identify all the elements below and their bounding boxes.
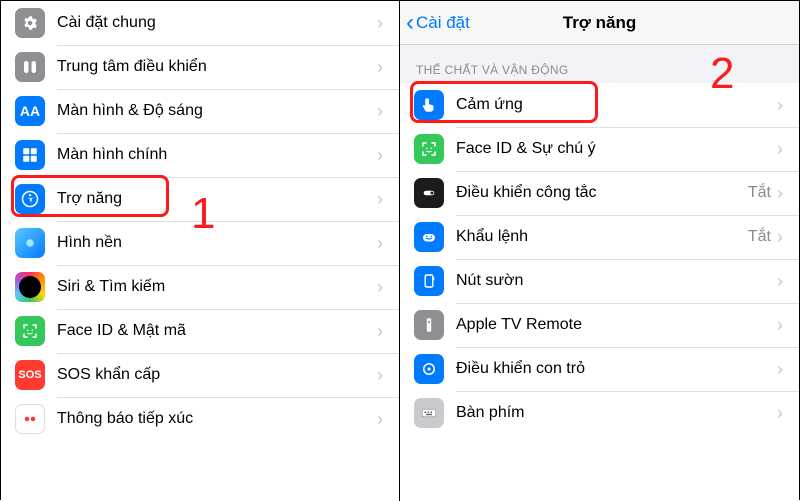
pointer-icon: [414, 354, 444, 384]
chevron-right-icon: ›: [377, 233, 383, 254]
chevron-right-icon: ›: [377, 145, 383, 166]
row-apple-tv-remote[interactable]: Apple TV Remote ›: [400, 303, 799, 347]
row-label: Bàn phím: [456, 404, 777, 422]
row-label: Thông báo tiếp xúc: [57, 410, 377, 428]
accessibility-pane: ‹ Cài đặt Trợ năng THỂ CHẤT VÀ VẬN ĐỘNG …: [400, 1, 799, 501]
chevron-right-icon: ›: [377, 321, 383, 342]
row-label: Apple TV Remote: [456, 316, 777, 334]
chevron-right-icon: ›: [777, 359, 783, 380]
row-label: Siri & Tìm kiếm: [57, 278, 377, 296]
text-size-icon: AA: [15, 96, 45, 126]
row-touch[interactable]: Cảm ứng ›: [400, 83, 799, 127]
row-value: Tắt: [748, 184, 771, 202]
chevron-right-icon: ›: [777, 95, 783, 116]
section-physical-motor: THỂ CHẤT VÀ VẬN ĐỘNG: [400, 45, 799, 83]
row-label: Face ID & Mật mã: [57, 322, 377, 340]
row-label: Cảm ứng: [456, 96, 777, 114]
row-side-button[interactable]: Nút sườn ›: [400, 259, 799, 303]
row-wallpaper[interactable]: Hình nền ›: [1, 221, 399, 265]
row-value: Tắt: [748, 228, 771, 246]
grid-icon: [15, 140, 45, 170]
row-siri-search[interactable]: Siri & Tìm kiếm ›: [1, 265, 399, 309]
row-label: Màn hình & Độ sáng: [57, 102, 377, 120]
sliders-icon: [15, 52, 45, 82]
faceid-icon: [15, 316, 45, 346]
row-keyboards[interactable]: Bàn phím ›: [400, 391, 799, 435]
row-label: Trợ năng: [57, 190, 377, 208]
accessibility-icon: [15, 184, 45, 214]
touch-icon: [414, 90, 444, 120]
row-general[interactable]: Cài đặt chung ›: [1, 1, 399, 45]
row-switch-control[interactable]: Điều khiển công tắc Tắt ›: [400, 171, 799, 215]
row-emergency-sos[interactable]: SOS SOS khẩn cấp ›: [1, 353, 399, 397]
row-control-center[interactable]: Trung tâm điều khiển ›: [1, 45, 399, 89]
accessibility-list: Cảm ứng › Face ID & Sự chú ý › Điều khiể…: [400, 83, 799, 435]
row-label: Điều khiển con trỏ: [456, 360, 777, 378]
row-faceid-attention[interactable]: Face ID & Sự chú ý ›: [400, 127, 799, 171]
row-label: Face ID & Sự chú ý: [456, 140, 777, 158]
row-label: Khẩu lệnh: [456, 228, 748, 246]
chevron-right-icon: ›: [777, 315, 783, 336]
chevron-right-icon: ›: [777, 227, 783, 248]
row-label: Màn hình chính: [57, 146, 377, 164]
exposure-icon: [15, 404, 45, 434]
sos-icon: SOS: [15, 360, 45, 390]
row-label: Cài đặt chung: [57, 14, 377, 32]
chevron-right-icon: ›: [377, 57, 383, 78]
voice-icon: [414, 222, 444, 252]
chevron-right-icon: ›: [377, 277, 383, 298]
chevron-right-icon: ›: [777, 139, 783, 160]
row-label: Trung tâm điều khiển: [57, 58, 377, 76]
remote-icon: [414, 310, 444, 340]
row-faceid-passcode[interactable]: Face ID & Mật mã ›: [1, 309, 399, 353]
back-label: Cài đặt: [416, 13, 470, 33]
row-accessibility[interactable]: Trợ năng ›: [1, 177, 399, 221]
faceid-icon: [414, 134, 444, 164]
settings-list: Cài đặt chung › Trung tâm điều khiển › A…: [1, 1, 399, 441]
keyboard-icon: [414, 398, 444, 428]
chevron-left-icon: ‹: [406, 11, 414, 35]
siri-icon: [15, 272, 45, 302]
chevron-right-icon: ›: [377, 101, 383, 122]
row-exposure-notifications[interactable]: Thông báo tiếp xúc ›: [1, 397, 399, 441]
chevron-right-icon: ›: [377, 13, 383, 34]
chevron-right-icon: ›: [777, 271, 783, 292]
chevron-right-icon: ›: [377, 365, 383, 386]
chevron-right-icon: ›: [377, 409, 383, 430]
back-button[interactable]: ‹ Cài đặt: [406, 11, 470, 35]
row-home-screen[interactable]: Màn hình chính ›: [1, 133, 399, 177]
row-display-brightness[interactable]: AA Màn hình & Độ sáng ›: [1, 89, 399, 133]
chevron-right-icon: ›: [377, 189, 383, 210]
row-voice-control[interactable]: Khẩu lệnh Tắt ›: [400, 215, 799, 259]
chevron-right-icon: ›: [777, 403, 783, 424]
gear-icon: [15, 8, 45, 38]
nav-header: ‹ Cài đặt Trợ năng: [400, 1, 799, 45]
row-label: Điều khiển công tắc: [456, 184, 748, 202]
row-label: Nút sườn: [456, 272, 777, 290]
switch-icon: [414, 178, 444, 208]
row-label: SOS khẩn cấp: [57, 366, 377, 384]
row-label: Hình nền: [57, 234, 377, 252]
chevron-right-icon: ›: [777, 183, 783, 204]
settings-root-pane: Cài đặt chung › Trung tâm điều khiển › A…: [1, 1, 400, 501]
row-pointer-control[interactable]: Điều khiển con trỏ ›: [400, 347, 799, 391]
side-button-icon: [414, 266, 444, 296]
wallpaper-icon: [15, 228, 45, 258]
